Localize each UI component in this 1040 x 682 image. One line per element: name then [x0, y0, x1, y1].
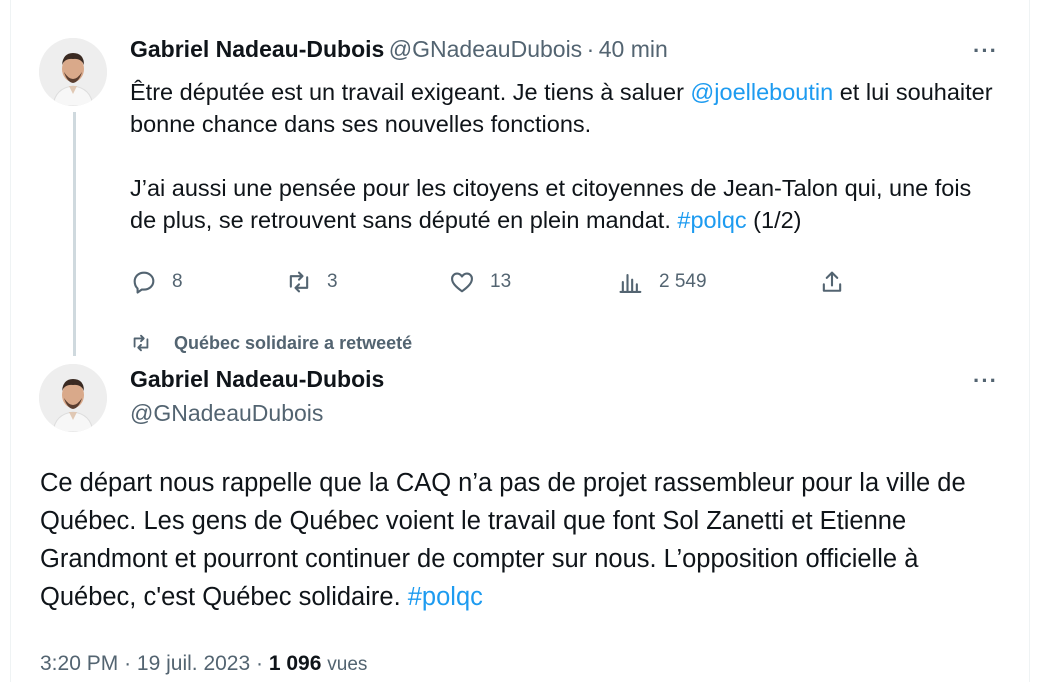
views-total: 1 096 [268, 652, 322, 675]
views-label: vues [327, 654, 368, 675]
retweet-icon [289, 271, 309, 293]
share-button[interactable] [818, 268, 860, 296]
retweet-icon [133, 334, 149, 352]
tweet1-paragraph-2: J’ai aussi une pensée pour les citoyens … [130, 175, 972, 233]
hashtag-link[interactable]: #polqc [408, 583, 483, 611]
reply-icon [133, 271, 155, 294]
views-count: 2 549 [659, 271, 707, 292]
views-button[interactable]: 2 549 [617, 268, 707, 296]
like-count: 13 [490, 271, 512, 292]
like-button[interactable]: 13 [448, 268, 511, 296]
tweet1-header: Gabriel Nadeau-Dubois @GNadeauDubois · 4… [130, 36, 668, 63]
more-options-icon[interactable]: ··· [973, 368, 998, 394]
avatar-photo [39, 38, 107, 106]
tweet-timestamp[interactable]: 40 min [599, 36, 668, 62]
hashtag-link[interactable]: #polqc [677, 207, 746, 233]
author-name[interactable]: Gabriel Nadeau-Dubois [130, 366, 384, 393]
tweet-time[interactable]: 3:20 PM [40, 652, 118, 675]
author-avatar[interactable] [39, 364, 107, 432]
author-name[interactable]: Gabriel Nadeau-Dubois [130, 36, 384, 62]
tweet1-paragraph-1: Être députée est un travail exigeant. Je… [130, 79, 993, 137]
share-icon [822, 271, 842, 292]
views-chart-icon [619, 273, 642, 293]
heart-icon [451, 272, 473, 293]
retweet-context[interactable]: Québec solidaire a retweeté [130, 332, 412, 354]
author-avatar[interactable] [39, 38, 107, 106]
tweet-date[interactable]: 19 juil. 2023 [137, 652, 250, 675]
separator-dot: · [586, 36, 595, 62]
retweet-button[interactable]: 3 [285, 268, 338, 296]
reply-button[interactable]: 8 [130, 268, 183, 296]
author-handle[interactable]: @GNadeauDubois [389, 36, 582, 62]
reply-count: 8 [172, 271, 183, 292]
tweet-meta: 3:20 PM · 19 juil. 2023 · 1 096 vues [40, 652, 368, 675]
mention-link[interactable]: @joelleboutin [690, 79, 833, 105]
more-options-icon[interactable]: ··· [973, 38, 998, 64]
tweet2-body: Ce départ nous rappelle que la CAQ n’a p… [40, 469, 966, 611]
retweet-context-label: Québec solidaire a retweeté [174, 332, 413, 353]
author-handle[interactable]: @GNadeauDubois [130, 400, 323, 427]
avatar-photo [39, 364, 107, 432]
thread-connector-line [73, 112, 76, 356]
retweet-count: 3 [327, 271, 338, 292]
tweet1-body: Être députée est un travail exigeant. Je… [130, 76, 1000, 236]
